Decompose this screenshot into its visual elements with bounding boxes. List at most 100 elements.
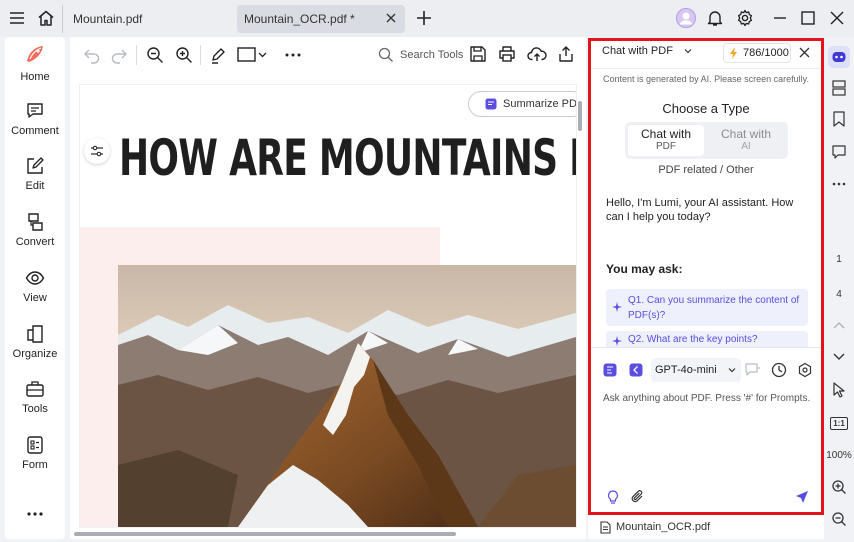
ai-assistant-icon[interactable] (824, 43, 854, 71)
credits-badge: 786/1000 (723, 43, 791, 63)
more-panels-icon[interactable] (824, 177, 854, 191)
chat-with-ai-option[interactable]: Chat with AI (708, 125, 784, 156)
chat-file-footer[interactable]: Mountain_OCR.pdf (588, 515, 824, 539)
history-clock-icon[interactable] (771, 362, 787, 378)
search-tools[interactable]: Search Tools (378, 47, 463, 63)
nav-form[interactable]: Form (5, 435, 65, 471)
actual-size-label: 1:1 (830, 416, 848, 430)
suggestion-q1[interactable]: Q1. Can you summarize the content of PDF… (606, 289, 808, 326)
nav-view[interactable]: View (5, 268, 65, 304)
print-icon[interactable] (498, 45, 516, 63)
tab-label: Mountain_OCR.pdf * (244, 12, 355, 26)
send-icon[interactable] (795, 490, 809, 504)
brand-logo-icon (27, 46, 43, 62)
close-chat-icon[interactable] (799, 47, 810, 58)
nav-comment[interactable]: Comment (5, 101, 65, 137)
tab-mountain-ocr-pdf[interactable]: Mountain_OCR.pdf * (237, 5, 405, 33)
current-page-number[interactable]: 1 (824, 252, 854, 266)
select-cursor-icon[interactable] (824, 380, 854, 400)
assistant-greeting: Hello, I'm Lumi, your AI assistant. How … (606, 197, 794, 223)
type-category: PDF related / Other (658, 164, 754, 176)
prompt-lightbulb-icon[interactable] (607, 490, 619, 504)
toolbar-divider (200, 45, 201, 65)
suggestion-q2[interactable]: Q2. What are the key points? (606, 331, 808, 347)
nav-organize[interactable]: Organize (5, 324, 65, 360)
notification-bell-icon[interactable] (705, 8, 725, 28)
next-page-icon[interactable] (824, 349, 854, 365)
nav-tools[interactable]: Tools (5, 379, 65, 415)
highlighter-pen-icon[interactable] (209, 46, 227, 64)
new-tab-plus-icon[interactable] (414, 8, 434, 28)
title-bar: Mountain.pdf Mountain_OCR.pdf * (0, 0, 854, 37)
chevron-down-icon (728, 368, 736, 373)
suggestion-text: Q2. What are the key points? (628, 334, 758, 345)
redo-icon[interactable] (110, 46, 128, 64)
new-chat-icon[interactable] (745, 363, 761, 377)
horizontal-scrollbar[interactable] (74, 532, 456, 536)
chat-mode-label: Chat with PDF (602, 45, 673, 57)
previous-page-icon[interactable] (824, 317, 854, 333)
zoom-level[interactable]: 100% (824, 447, 854, 463)
bookmark-icon[interactable] (824, 109, 854, 129)
document-area: Search Tools HOW ARE MOUNTAINS FOR (70, 37, 586, 539)
attach-paperclip-icon[interactable] (631, 490, 645, 504)
model-label: GPT-4o-mini (655, 364, 717, 376)
undo-icon[interactable] (83, 46, 101, 64)
comment-icon (27, 103, 43, 118)
chat-with-pdf-option[interactable]: Chat with PDF (628, 125, 704, 156)
model-selector[interactable]: GPT-4o-mini (651, 358, 741, 382)
share-icon[interactable] (557, 45, 575, 63)
right-rail: 1 4 1:1 100% (824, 37, 854, 542)
save-icon[interactable] (469, 45, 487, 63)
choose-type-title: Choose a Type (662, 101, 750, 116)
close-tab-icon[interactable] (385, 12, 397, 24)
avatar[interactable] (676, 8, 696, 28)
toolbar-divider (136, 45, 137, 65)
chat-mode-dropdown[interactable]: Chat with PDF (602, 45, 693, 57)
nav-edit[interactable]: Edit (5, 156, 65, 192)
summarize-pdf-button[interactable]: Summarize PDF (468, 91, 576, 117)
shape-rectangle-dropdown-icon[interactable] (237, 46, 269, 64)
zoom-out-icon[interactable] (824, 510, 854, 528)
zoom-in-icon[interactable] (824, 478, 854, 496)
option-sub: PDF (656, 141, 676, 152)
actual-size-button[interactable]: 1:1 (824, 414, 854, 432)
pdf-tools-icon[interactable] (603, 363, 617, 377)
cloud-upload-icon[interactable] (527, 45, 547, 63)
nav-home[interactable]: Home (5, 43, 65, 83)
nav-label: Home (20, 71, 50, 83)
nav-convert[interactable]: Convert (5, 212, 65, 248)
form-icon (27, 436, 43, 454)
zoom-out-icon[interactable] (146, 46, 164, 64)
comments-panel-icon[interactable] (824, 142, 854, 162)
minimize-icon[interactable] (770, 8, 790, 28)
nav-label: Form (22, 459, 48, 471)
lightning-icon (730, 47, 737, 59)
chat-settings-icon[interactable] (797, 362, 813, 378)
close-window-icon[interactable] (827, 8, 847, 28)
ai-summary-icon (485, 98, 497, 110)
nav-label: Organize (12, 348, 58, 360)
translate-icon[interactable] (629, 363, 643, 377)
page-settings-button[interactable] (84, 138, 110, 164)
home-icon[interactable] (36, 8, 56, 28)
nav-label: Comment (11, 125, 59, 137)
page-thumbnails-icon[interactable] (824, 78, 854, 98)
maximize-icon[interactable] (798, 8, 818, 28)
pdf-page: HOW ARE MOUNTAINS FOR (80, 85, 576, 527)
vertical-scrollbar[interactable] (578, 101, 582, 131)
tab-mountain-pdf[interactable]: Mountain.pdf (62, 5, 232, 33)
nav-more[interactable] (5, 509, 65, 523)
type-toggle: Chat with PDF Chat with AI (625, 122, 788, 159)
settings-gear-icon[interactable] (735, 8, 755, 28)
left-navigation: Home Comment Edit Convert View Organize … (5, 37, 65, 539)
suggestion-text: Q1. Can you summarize the content of PDF… (628, 295, 800, 321)
tab-label: Mountain.pdf (73, 12, 143, 26)
zoom-in-icon[interactable] (175, 46, 193, 64)
edit-icon (27, 157, 44, 174)
chat-input[interactable]: Ask anything about PDF. Press '#' for Pr… (603, 393, 813, 404)
input-divider (591, 347, 821, 348)
hamburger-menu-icon[interactable] (7, 8, 27, 28)
view-eye-icon (25, 271, 45, 285)
more-options-icon[interactable] (284, 46, 302, 64)
